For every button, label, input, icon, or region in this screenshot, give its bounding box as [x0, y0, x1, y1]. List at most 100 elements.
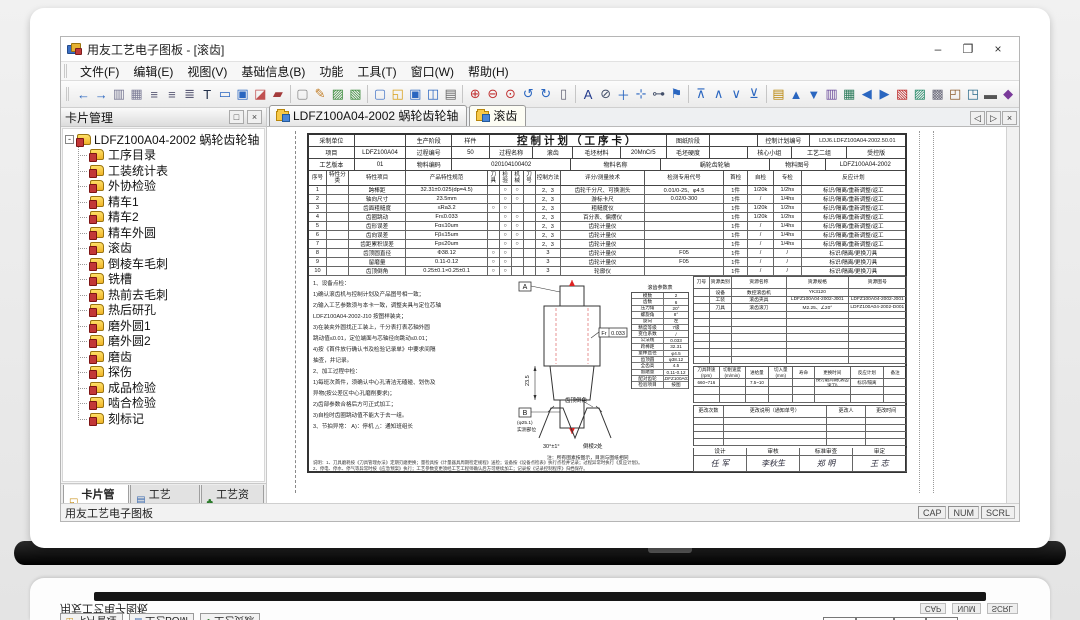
lock-edit-icon[interactable]: ⊘ — [597, 84, 615, 105]
menu-item-2[interactable]: 视图(V) — [180, 62, 234, 81]
card-append-icon[interactable]: ▶ — [876, 84, 894, 105]
forward-icon[interactable]: → — [92, 84, 110, 105]
cutting-table-empty-row[interactable] — [694, 395, 906, 403]
menu-item-7[interactable]: 帮助(H) — [461, 62, 516, 81]
control-plan-row[interactable]: 6齿向误差Fβ≤15um○○2、3齿轮计量仪1件/1/4hs标识/隔离/重新调整… — [309, 231, 905, 240]
hdr-material[interactable]: 20MnCr5 — [621, 147, 667, 158]
tree-item-16[interactable]: 啮合检验 — [70, 395, 264, 411]
undo-icon[interactable]: ↺ — [519, 84, 537, 105]
menu-item-5[interactable]: 工具(T) — [350, 62, 403, 81]
document-tab-1[interactable]: 滚齿 — [469, 105, 526, 126]
resource-table-empty-row[interactable] — [694, 319, 906, 327]
collapse-expander-icon[interactable]: - — [65, 135, 74, 144]
tab-close-icon[interactable]: × — [1002, 111, 1017, 125]
zoom-fit-icon[interactable]: ⊙ — [502, 84, 520, 105]
back-icon[interactable]: ← — [75, 84, 93, 105]
new-icon[interactable]: ▢ — [371, 84, 389, 105]
menu-item-1[interactable]: 编辑(E) — [126, 62, 180, 81]
hdr-unit-value[interactable] — [355, 135, 407, 146]
resource-table-row[interactable]: 刀具滚齿滚刀M2.25、∠20°LDFZ100A04-2002-D001 — [694, 304, 906, 312]
control-plan-row[interactable]: 5齿形误差Fα≤10um○○2、3齿轮计量仪1件/1/4hs标识/隔离/重新调整… — [309, 222, 905, 231]
tree-item-14[interactable]: 探伤 — [70, 364, 264, 380]
change-table-empty-row[interactable] — [694, 425, 906, 432]
card-export-icon[interactable]: ◰ — [946, 84, 964, 105]
tree-item-17[interactable]: 刻标记 — [70, 411, 264, 427]
change-table-empty-row[interactable] — [694, 439, 906, 446]
control-plan-row[interactable]: 1跨棒距32.31±0.025(dp=4.5)○○2、3齿轮千分尺、可换测头0.… — [309, 186, 905, 195]
hdr-version[interactable]: 01 — [355, 159, 407, 170]
flag-icon[interactable]: ⚑ — [668, 84, 686, 105]
cell-select-icon[interactable]: ▦ — [128, 84, 146, 105]
tree-item-7[interactable]: 倒棱车毛刺 — [70, 256, 264, 272]
tree-item-1[interactable]: 工装统计表 — [70, 163, 264, 179]
resource-table-empty-row[interactable] — [694, 342, 906, 350]
select-region-icon[interactable]: ▢ — [294, 84, 312, 105]
text-icon[interactable]: T — [198, 84, 216, 105]
tree-item-13[interactable]: 磨齿 — [70, 349, 264, 365]
resource-table-empty-row[interactable] — [694, 334, 906, 342]
card-lock-icon[interactable]: ▩ — [929, 84, 947, 105]
tree-item-10[interactable]: 热后研孔 — [70, 302, 264, 318]
control-plan-row[interactable]: 10齿顶倒角0.25±0.1×0.25±0.1○○3轮廓仪1件//标识/隔离/更… — [309, 267, 905, 276]
align-middle-icon[interactable]: ≡ — [163, 84, 181, 105]
hdr-mcode[interactable]: 020104100402 — [452, 159, 571, 170]
tree-item-11[interactable]: 磨外圆1 — [70, 318, 264, 334]
redo-icon[interactable]: ↻ — [537, 84, 555, 105]
card-insert-icon[interactable]: ◀ — [858, 84, 876, 105]
menu-item-3[interactable]: 基础信息(B) — [234, 62, 312, 81]
panel-close-icon[interactable]: × — [247, 110, 262, 124]
print-icon[interactable]: ▤ — [442, 84, 460, 105]
image-frame-icon[interactable]: ▣ — [234, 84, 252, 105]
vertical-scrollbar[interactable] — [1006, 127, 1019, 503]
tree-item-3[interactable]: 精车1 — [70, 194, 264, 210]
zoom-out-icon[interactable]: ⊖ — [484, 84, 502, 105]
menu-item-4[interactable]: 功能 — [312, 62, 350, 81]
control-plan-row[interactable]: 3齿面粗糙度≤Ra3.2○○2、3粗糙度仪1件1/20k1/2hs标识/隔离/重… — [309, 204, 905, 213]
font-icon[interactable]: A — [579, 84, 597, 105]
control-plan-row[interactable]: 2轴向尺寸23.5mm○○2、3游标卡尺0.02/0-3001件/1/4hs标识… — [309, 195, 905, 204]
hdr-drawing-stage-value[interactable] — [710, 135, 758, 146]
document-tab-0[interactable]: LDFZ100A04-2002 蜗轮齿轮轴 — [269, 105, 467, 126]
card-up-icon[interactable]: ▲ — [787, 84, 805, 105]
control-plan-row[interactable]: 8齿顶圆直径Φ38.12○○3齿轮计量仪F051件//标识/隔离/更换刀具 — [309, 249, 905, 258]
open-icon[interactable]: ◱ — [389, 84, 407, 105]
hdr-process-name[interactable]: 滚齿 — [533, 147, 573, 158]
anchor-icon[interactable]: ⊶ — [650, 84, 668, 105]
save-icon[interactable]: ▣ — [406, 84, 424, 105]
card-delete-icon[interactable]: ▧ — [893, 84, 911, 105]
resource-table-row[interactable]: 设备数控滚齿机YK3120 — [694, 289, 906, 297]
card-import-icon[interactable]: ◳ — [964, 84, 982, 105]
replace-image-icon[interactable]: ▧ — [347, 84, 365, 105]
card-settings-icon[interactable]: ◆ — [999, 84, 1017, 105]
align-top-icon[interactable]: ≡ — [145, 84, 163, 105]
collapse-icon[interactable]: ∨ — [727, 84, 745, 105]
tree-item-0[interactable]: 工序目录 — [70, 147, 264, 163]
table-frame-icon[interactable]: ▭ — [216, 84, 234, 105]
menu-item-6[interactable]: 窗口(W) — [404, 62, 461, 81]
resource-table-empty-row[interactable] — [694, 327, 906, 335]
tree-item-9[interactable]: 热前去毛刺 — [70, 287, 264, 303]
menu-item-0[interactable]: 文件(F) — [73, 62, 126, 81]
resource-table-empty-row[interactable] — [694, 312, 906, 320]
cutting-table-row[interactable]: 660~7167.5~10按刃磨周期(滚齿滚刀)标识/隔离 — [694, 379, 906, 387]
eraser-icon[interactable]: ◪ — [251, 84, 269, 105]
hdr-hardness[interactable] — [710, 147, 748, 158]
tree-item-15[interactable]: 成品检验 — [70, 380, 264, 396]
control-plan-row[interactable]: 4齿圈跳动Fr≤0.033○○2、3百分表、偏摆仪1件1/20k1/2hs标识/… — [309, 213, 905, 222]
hdr-mname[interactable]: 蜗轮齿轮轴 — [661, 159, 770, 170]
tree-item-8[interactable]: 铣槽 — [70, 271, 264, 287]
save-all-icon[interactable]: ◫ — [424, 84, 442, 105]
change-table-empty-row[interactable] — [694, 432, 906, 439]
minimize-button[interactable]: – — [923, 39, 953, 59]
tab-next-icon[interactable]: ▷ — [986, 111, 1001, 125]
restore-button[interactable]: ❐ — [953, 39, 983, 59]
tree-item-5[interactable]: 精车外圆 — [70, 225, 264, 241]
resource-table-row[interactable]: 工装滚齿夹具LDFZ100A04-2002-J001LDFZ100A04-200… — [694, 297, 906, 305]
hdr-project[interactable]: LDFZ100A04 — [355, 147, 407, 158]
resource-table-empty-row[interactable] — [694, 357, 906, 365]
to-top-icon[interactable]: ⊼ — [692, 84, 710, 105]
fill-icon[interactable]: ▰ — [269, 84, 287, 105]
card-new-icon[interactable]: ▤ — [770, 84, 788, 105]
card-paste-icon[interactable]: ▦ — [840, 84, 858, 105]
tree-item-6[interactable]: 滚齿 — [70, 240, 264, 256]
